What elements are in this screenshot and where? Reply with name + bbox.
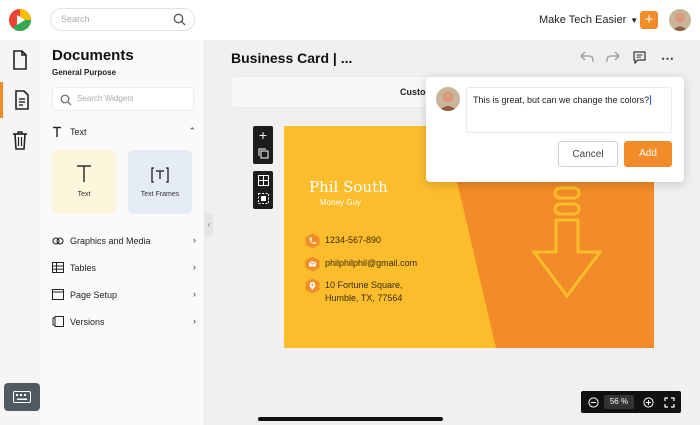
section-text[interactable]: Text ⌃	[52, 126, 196, 140]
comment-input[interactable]: This is great, but can we change the col…	[466, 87, 672, 133]
card-email: philphilphil@gmail.com	[325, 258, 418, 268]
selection-icon	[257, 192, 269, 204]
table-icon	[52, 262, 64, 275]
duplicate-button[interactable]	[253, 144, 273, 162]
workspace-selector[interactable]: Make Tech Easier ▼	[539, 14, 638, 26]
comment-text-value: This is great, but can we change the col…	[473, 95, 650, 105]
zoom-controls: 56 %	[581, 391, 681, 413]
add-element-button[interactable]: +	[253, 126, 273, 144]
chevron-right-icon: ›	[193, 235, 196, 245]
section-text-label: Text	[70, 127, 87, 137]
search-icon[interactable]	[173, 13, 186, 31]
card-address-line1: 10 Fortune Square,	[325, 280, 403, 290]
keyboard-button[interactable]	[4, 383, 40, 411]
section-versions[interactable]: Versions ›	[52, 316, 196, 330]
workspace-name: Make Tech Easier	[539, 14, 627, 26]
section-label: Graphics and Media	[70, 236, 151, 246]
fullscreen-icon	[663, 396, 675, 408]
zoom-value: 56	[609, 397, 619, 406]
grid-icon	[257, 174, 269, 186]
zoom-out-button[interactable]	[586, 395, 600, 409]
grid-layout-button[interactable]	[253, 171, 273, 189]
commenter-avatar	[436, 87, 460, 111]
home-indicator	[258, 417, 443, 421]
widget-search-input[interactable]	[77, 94, 187, 103]
section-tables[interactable]: Tables ›	[52, 262, 196, 276]
top-bar: Make Tech Easier▼ +	[0, 0, 700, 40]
new-document-icon	[13, 50, 27, 70]
text-icon	[77, 165, 91, 182]
zoom-unit: %	[621, 397, 629, 406]
panel-subtitle: General Purpose	[52, 68, 117, 77]
phone-icon	[305, 233, 320, 249]
card-role[interactable]: Money Guy	[320, 198, 361, 207]
global-search[interactable]	[50, 8, 195, 31]
more-options-icon[interactable]: ⋯	[661, 51, 674, 67]
section-graphics-and-media[interactable]: Graphics and Media ›	[52, 235, 196, 249]
user-avatar[interactable]	[669, 9, 691, 31]
comment-popup: This is great, but can we change the col…	[426, 77, 684, 182]
widget-card-label: Text Frames	[140, 191, 180, 198]
widget-search[interactable]	[52, 87, 194, 111]
text-icon	[52, 126, 62, 140]
section-label: Versions	[70, 317, 105, 327]
text-cursor	[650, 95, 652, 105]
customize-label: Custo	[400, 87, 426, 97]
copy-icon	[258, 148, 268, 158]
comment-icon[interactable]	[633, 51, 646, 67]
comment-text: This is great, but can we change the col…	[473, 95, 652, 105]
text-frame-icon	[151, 167, 169, 183]
customize-toolbar[interactable]: Custo	[231, 76, 431, 108]
chevron-right-icon: ›	[193, 262, 196, 272]
zoom-level[interactable]: 56 %	[604, 395, 634, 409]
rail-trash[interactable]	[0, 122, 40, 158]
page-setup-icon	[52, 289, 64, 302]
layout-toolbar	[253, 171, 273, 209]
mail-icon	[305, 256, 320, 272]
down-arrow-graphic	[531, 186, 603, 299]
chevron-down-icon: ▼	[630, 16, 639, 25]
versions-icon	[52, 316, 64, 329]
collapse-panel-handle[interactable]: ‹	[205, 213, 213, 237]
zoom-out-icon	[587, 396, 599, 408]
cancel-button[interactable]: Cancel	[558, 141, 618, 167]
section-page-setup[interactable]: Page Setup ›	[52, 289, 196, 303]
zoom-in-button[interactable]	[641, 395, 655, 409]
rail-new-document[interactable]	[0, 42, 40, 78]
chevron-up-icon: ⌃	[188, 126, 196, 136]
widget-card-label: Text	[77, 191, 91, 198]
card-address-line2: Humble, TX, 77564	[325, 293, 403, 303]
chevron-right-icon: ›	[193, 316, 196, 326]
undo-icon[interactable]	[580, 51, 594, 66]
keyboard-icon	[13, 391, 31, 403]
section-label: Tables	[70, 263, 97, 273]
zoom-in-icon	[642, 396, 654, 408]
add-comment-button[interactable]: Add	[624, 141, 672, 167]
redo-icon[interactable]	[606, 51, 620, 66]
widget-card-text-frames[interactable]: Text Frames	[128, 150, 192, 214]
widgets-panel: Documents General Purpose Text ⌃ Text Te…	[40, 40, 205, 425]
select-area-button[interactable]	[253, 189, 273, 207]
graphics-icon	[52, 235, 64, 249]
document-title[interactable]: Business Card | ...	[231, 50, 352, 66]
documents-icon	[14, 90, 29, 110]
rail-documents[interactable]	[0, 82, 40, 118]
plus-icon: +	[258, 127, 268, 143]
fullscreen-button[interactable]	[662, 395, 676, 409]
section-label: Page Setup	[70, 290, 118, 300]
insert-toolbar: +	[253, 126, 273, 164]
app-logo[interactable]	[8, 8, 32, 32]
chevron-right-icon: ›	[193, 289, 196, 299]
search-input[interactable]	[61, 14, 171, 24]
card-name[interactable]: Phil South	[309, 178, 388, 196]
left-rail	[0, 40, 40, 425]
search-icon	[60, 93, 72, 111]
trash-icon	[13, 131, 27, 150]
panel-title: Documents	[52, 47, 134, 64]
location-pin-icon	[305, 278, 320, 294]
card-phone: 1234-567-890	[325, 235, 382, 245]
create-new-button[interactable]: +	[640, 11, 658, 29]
widget-card-text[interactable]: Text	[52, 150, 116, 214]
